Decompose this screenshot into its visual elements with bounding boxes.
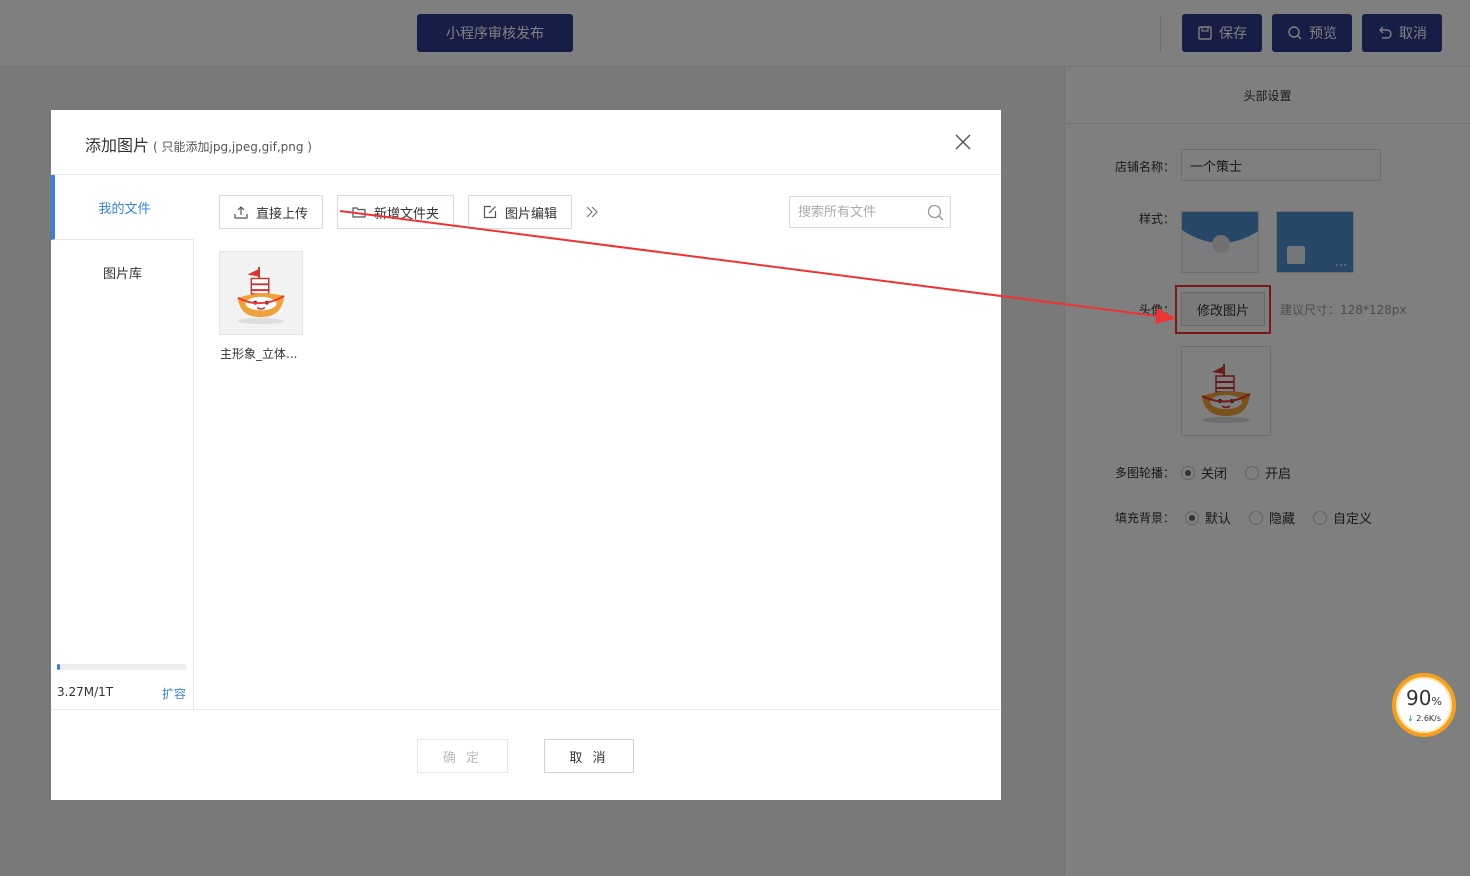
upload-icon: [234, 206, 248, 219]
dialog-cancel-button[interactable]: 取 消: [544, 739, 634, 773]
edit-icon: [483, 205, 497, 219]
sidebar-item-image-library[interactable]: 图片库: [51, 240, 194, 305]
close-icon[interactable]: [951, 130, 975, 154]
new-folder-button[interactable]: 新增文件夹: [337, 195, 454, 229]
dialog-subtitle: ( 只能添加jpg,jpeg,gif,png ): [153, 140, 312, 154]
direct-upload-button[interactable]: 直接上传: [219, 195, 323, 229]
sidebar-item-my-files[interactable]: 我的文件: [51, 175, 194, 240]
search-icon[interactable]: [927, 204, 944, 221]
new-folder-label: 新增文件夹: [373, 206, 439, 222]
add-image-dialog: 添加图片( 只能添加jpg,jpeg,gif,png ) 我的文件 图片库 3.…: [51, 110, 1001, 800]
folder-icon: [352, 207, 366, 218]
storage-usage-text: 3.27M/1T: [57, 685, 114, 699]
storage-usage-fill: [57, 664, 60, 670]
confirm-button[interactable]: 确 定: [417, 739, 508, 773]
image-edit-button[interactable]: 图片编辑: [468, 195, 572, 229]
expand-storage-link[interactable]: 扩容: [162, 685, 186, 702]
network-speed-widget[interactable]: 90% ↓ 2.6K/s: [1392, 673, 1456, 737]
dialog-sidebar: 我的文件 图片库 3.27M/1T 扩容: [51, 175, 194, 710]
direct-upload-label: 直接上传: [255, 206, 308, 222]
download-arrow-icon: ↓: [1406, 713, 1414, 723]
file-name[interactable]: 主形象_立体...: [220, 345, 310, 362]
ship-mascot-image: [237, 266, 285, 324]
file-thumbnail[interactable]: [219, 251, 303, 335]
double-chevron-right-icon[interactable]: [584, 204, 600, 220]
dialog-title: 添加图片( 只能添加jpg,jpeg,gif,png ): [85, 136, 312, 155]
search-files-input[interactable]: [798, 204, 924, 220]
speed-percent: 90%: [1406, 685, 1442, 710]
speed-rate: ↓ 2.6K/s: [1406, 713, 1442, 723]
dialog-footer: 确 定 取 消: [51, 709, 1001, 800]
dialog-header: 添加图片( 只能添加jpg,jpeg,gif,png ): [51, 110, 1001, 175]
search-files-box[interactable]: [789, 196, 951, 228]
storage-usage-bar: [57, 664, 187, 670]
image-edit-label: 图片编辑: [504, 206, 557, 222]
